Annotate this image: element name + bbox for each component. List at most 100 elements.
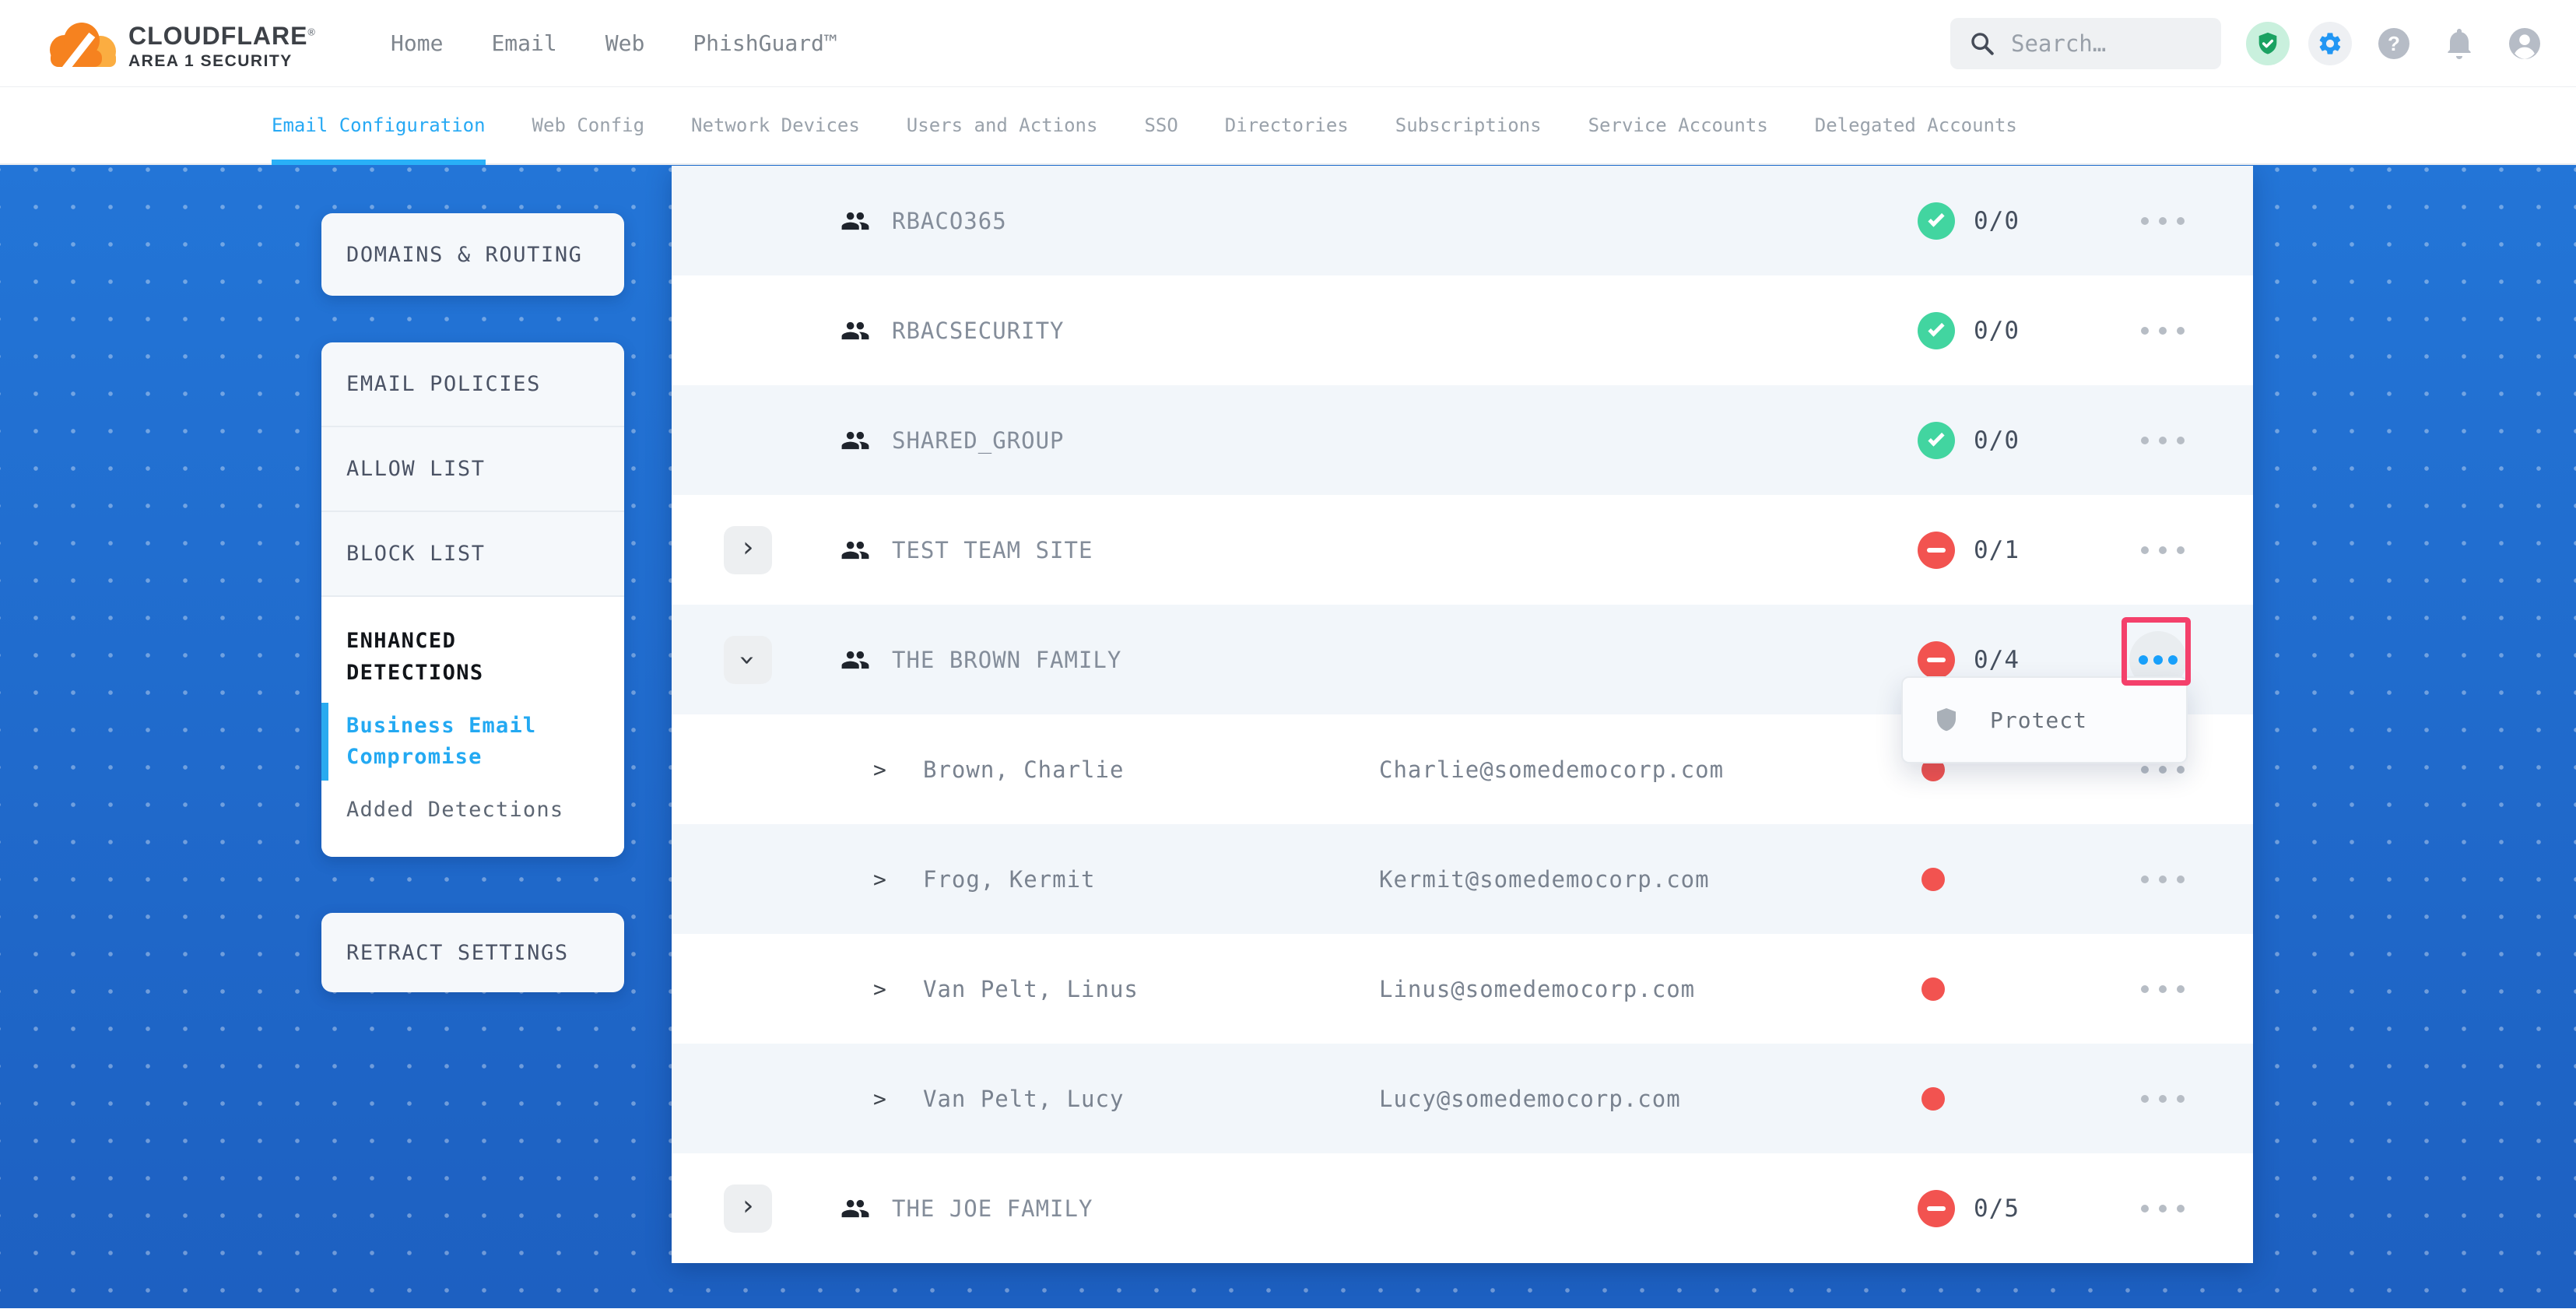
context-menu-protect[interactable]: Protect (1901, 676, 2188, 763)
chevron-right-icon[interactable]: > (873, 866, 886, 892)
menu-dot (2141, 1095, 2149, 1103)
expand-group-button[interactable]: › (724, 526, 772, 574)
status-unprotected-dot (1921, 977, 1945, 1001)
sidebar-item-label: EMAIL POLICIES (346, 372, 541, 396)
row-actions-menu-button[interactable] (2141, 985, 2185, 993)
primary-nav-item-web[interactable]: Web (605, 30, 645, 56)
menu-dot (2177, 1205, 2185, 1212)
primary-nav-item-email[interactable]: Email (491, 30, 556, 56)
menu-dot (2159, 1095, 2167, 1103)
group-people-icon (841, 645, 870, 675)
status-protected-icon (1918, 422, 1955, 459)
chevron-right-icon[interactable]: > (873, 756, 886, 782)
group-name: RBACSECURITY (892, 318, 1065, 344)
member-row: >Van Pelt, LinusLinus@somedemocorp.com (672, 934, 2253, 1044)
menu-dot (2141, 985, 2149, 993)
tab-email-configuration[interactable]: Email Configuration (272, 87, 486, 163)
status-unprotected-dot (1921, 1087, 1945, 1111)
menu-dot (2159, 766, 2167, 774)
menu-dot (2177, 327, 2185, 335)
protected-count: 0/4 (1974, 646, 2020, 674)
cloudflare-cloud-icon (41, 16, 122, 79)
menu-dot (2159, 1205, 2167, 1212)
sidebar-item-label: RETRACT SETTINGS (346, 941, 569, 965)
tab-directories[interactable]: Directories (1225, 87, 1349, 163)
app-root: CLOUDFLARE® AREA 1 SECURITY HomeEmailWeb… (0, 0, 2576, 1309)
tab-network-devices[interactable]: Network Devices (691, 87, 860, 163)
member-name: Van Pelt, Lucy (923, 1086, 1124, 1112)
protected-count: 0/0 (1974, 207, 2020, 235)
row-actions-menu-button[interactable] (2141, 546, 2185, 554)
primary-nav-item-phishguard[interactable]: PhishGuard™ (693, 30, 837, 56)
protected-count: 0/1 (1974, 536, 2020, 564)
tab-subscriptions[interactable]: Subscriptions (1395, 87, 1542, 163)
active-item-indicator (321, 703, 328, 781)
header-icons: ? (2246, 22, 2548, 65)
menu-dot (2141, 217, 2149, 225)
menu-dot (2141, 327, 2149, 335)
row-actions-menu-button[interactable] (2141, 1205, 2185, 1212)
row-actions-menu-button[interactable] (2141, 766, 2185, 774)
menu-dot (2168, 655, 2178, 665)
tab-delegated-accounts[interactable]: Delegated Accounts (1815, 87, 2017, 163)
svg-text:?: ? (2388, 32, 2400, 55)
groups-table: RBACO3650/0RBACSECURITY0/0SHARED_GROUP0/… (672, 166, 2253, 1263)
menu-dot (2177, 766, 2185, 774)
primary-nav: Home Email Web PhishGuard™ (391, 30, 837, 56)
row-actions-menu-button[interactable] (2141, 876, 2185, 883)
brand-name: CLOUDFLARE® (128, 22, 316, 51)
status-unprotected-dot (1921, 868, 1945, 891)
menu-dot (2141, 1205, 2149, 1212)
group-name: TEST TEAM SITE (892, 537, 1093, 563)
sidebar-item-domains-routing[interactable]: DOMAINS & ROUTING (321, 213, 624, 296)
row-actions-menu-button[interactable] (2141, 437, 2185, 444)
sidebar-item-block-list[interactable]: BLOCK LIST (321, 512, 624, 597)
member-name: Brown, Charlie (923, 756, 1124, 783)
search-box[interactable] (1950, 18, 2221, 69)
tab-users-and-actions[interactable]: Users and Actions (907, 87, 1098, 163)
protected-count: 0/0 (1974, 317, 2020, 345)
sidebar-item-email-policies[interactable]: EMAIL POLICIES (321, 342, 624, 427)
sidebar-item-business-email-compromise[interactable]: Business Email Compromise (346, 711, 580, 773)
protected-count: 0/0 (1974, 426, 2020, 454)
help-icon[interactable]: ? (2371, 22, 2417, 65)
tab-service-accounts[interactable]: Service Accounts (1588, 87, 1768, 163)
status-unprotected-icon (1918, 1190, 1955, 1227)
menu-dot (2141, 546, 2149, 554)
row-actions-menu-button[interactable] (2141, 1095, 2185, 1103)
expand-group-button[interactable]: › (724, 1184, 772, 1233)
tab-sso[interactable]: SSO (1144, 87, 1177, 163)
group-row: ›THE JOE FAMILY0/5 (672, 1153, 2253, 1263)
search-input[interactable] (2011, 30, 2190, 57)
status-unprotected-icon (1918, 641, 1955, 679)
row-actions-menu-button[interactable] (2141, 327, 2185, 335)
group-people-icon (841, 316, 870, 346)
menu-dot (2177, 1095, 2185, 1103)
enhanced-detections-title: ENHANCED DETECTIONS (346, 625, 588, 689)
sidebar-item-allow-list[interactable]: ALLOW LIST (321, 427, 624, 512)
status-unprotected-icon (1918, 532, 1955, 569)
group-name: RBACO365 (892, 208, 1007, 234)
chevron-right-icon[interactable]: > (873, 1086, 886, 1111)
menu-dot (2141, 876, 2149, 883)
sidebar-item-added-detections[interactable]: Added Detections (346, 795, 580, 826)
menu-dot (2153, 655, 2163, 665)
sidebar-item-retract-settings[interactable]: RETRACT SETTINGS (321, 913, 624, 992)
member-name: Frog, Kermit (923, 866, 1096, 893)
settings-gear-icon[interactable] (2308, 22, 2352, 65)
menu-dot (2177, 437, 2185, 444)
collapse-group-button[interactable]: › (724, 636, 772, 684)
group-row: › TEST TEAM SITE 0/1 (672, 495, 2253, 605)
group-row: RBACSECURITY 0/0 (672, 275, 2253, 385)
member-row: >Frog, KermitKermit@somedemocorp.com (672, 824, 2253, 934)
sidebar-item-label: ALLOW LIST (346, 457, 486, 481)
chevron-right-icon[interactable]: > (873, 976, 886, 1002)
account-icon[interactable] (2501, 22, 2548, 65)
member-row: >Van Pelt, LucyLucy@somedemocorp.com (672, 1044, 2253, 1153)
shield-icon (1932, 706, 1960, 734)
primary-nav-item-home[interactable]: Home (391, 30, 443, 56)
notifications-bell-icon[interactable] (2436, 22, 2483, 65)
tab-web-config[interactable]: Web Config (532, 87, 645, 163)
shield-check-icon[interactable] (2246, 22, 2290, 65)
row-actions-menu-button[interactable] (2141, 217, 2185, 225)
